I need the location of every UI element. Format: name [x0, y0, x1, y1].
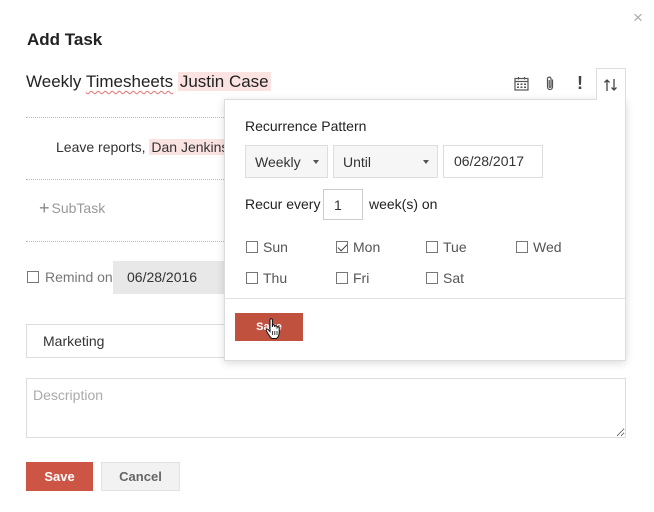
caret-down-icon — [423, 159, 429, 164]
end-type-value: Until — [343, 153, 372, 170]
checkbox-checked-icon — [336, 241, 348, 253]
checkbox-icon — [246, 272, 258, 284]
day-checkbox-sat[interactable]: Sat — [426, 270, 464, 286]
remind-date-field[interactable]: 06/28/2016 — [113, 261, 233, 294]
add-subtask-label: SubTask — [51, 200, 106, 216]
recur-interval-input[interactable] — [323, 189, 363, 220]
day-checkbox-sun[interactable]: Sun — [246, 239, 288, 255]
day-label: Mon — [353, 239, 381, 255]
recurrence-title: Recurrence Pattern — [245, 118, 367, 134]
subtask-text: Leave reports, — [56, 139, 150, 155]
remind-on-checkbox[interactable]: Remind on — [27, 269, 113, 285]
checkbox-icon — [516, 241, 528, 253]
save-button[interactable]: Save — [26, 462, 93, 491]
frequency-value: Weekly — [255, 153, 301, 170]
close-icon[interactable]: × — [628, 8, 648, 28]
paperclip-icon[interactable] — [542, 72, 558, 94]
calendar-icon[interactable] — [512, 72, 530, 94]
end-type-select[interactable]: Until — [333, 145, 438, 178]
dotted-divider — [26, 117, 226, 118]
cancel-button[interactable]: Cancel — [101, 462, 180, 491]
day-checkbox-mon[interactable]: Mon — [336, 239, 380, 255]
dotted-divider — [26, 179, 226, 180]
mention-tag[interactable]: Justin Case — [177, 72, 271, 91]
recurrence-popover: Recurrence Pattern Weekly Until 06/28/20… — [224, 99, 626, 361]
recur-unit-label: week(s) on — [369, 196, 438, 212]
priority-icon[interactable]: ! — [573, 72, 587, 94]
recurrence-save-button[interactable]: Save — [235, 313, 303, 341]
day-checkbox-thu[interactable]: Thu — [246, 270, 287, 286]
task-title-field[interactable]: Weekly Timesheets Justin Case — [26, 72, 271, 92]
checkbox-icon — [426, 241, 438, 253]
frequency-select[interactable]: Weekly — [245, 145, 328, 178]
day-label: Sun — [263, 239, 288, 255]
day-label: Wed — [533, 239, 562, 255]
day-label: Thu — [263, 270, 288, 286]
day-checkbox-wed[interactable]: Wed — [516, 239, 562, 255]
recurrence-icon[interactable] — [596, 68, 626, 100]
description-textarea[interactable] — [26, 378, 626, 438]
day-label: Fri — [353, 270, 370, 286]
remind-on-label: Remind on — [45, 269, 113, 285]
plus-icon: + — [39, 198, 50, 218]
end-date-field[interactable]: 06/28/2017 — [443, 145, 543, 178]
subtask-item[interactable]: Leave reports, Dan Jenkins — [56, 139, 231, 155]
checkbox-icon — [27, 271, 39, 283]
popover-divider — [225, 298, 625, 299]
day-label: Tue — [443, 239, 467, 255]
day-checkbox-fri[interactable]: Fri — [336, 270, 369, 286]
checkbox-icon — [426, 272, 438, 284]
caret-down-icon — [313, 159, 319, 164]
add-task-dialog: × Add Task Weekly Timesheets Justin Case… — [0, 0, 654, 512]
category-select[interactable]: Marketing — [26, 324, 236, 358]
dialog-title: Add Task — [27, 30, 103, 49]
recur-every-label: Recur every — [245, 196, 321, 212]
checkbox-icon — [336, 272, 348, 284]
task-title-misspelled-word: Timesheets — [85, 72, 174, 91]
day-label: Sat — [443, 270, 465, 286]
dotted-divider — [26, 241, 226, 242]
day-checkbox-tue[interactable]: Tue — [426, 239, 467, 255]
checkbox-icon — [246, 241, 258, 253]
task-title-word: Weekly — [26, 72, 86, 91]
mention-tag[interactable]: Dan Jenkins — [149, 139, 231, 155]
add-subtask-button[interactable]: + SubTask — [39, 198, 106, 218]
